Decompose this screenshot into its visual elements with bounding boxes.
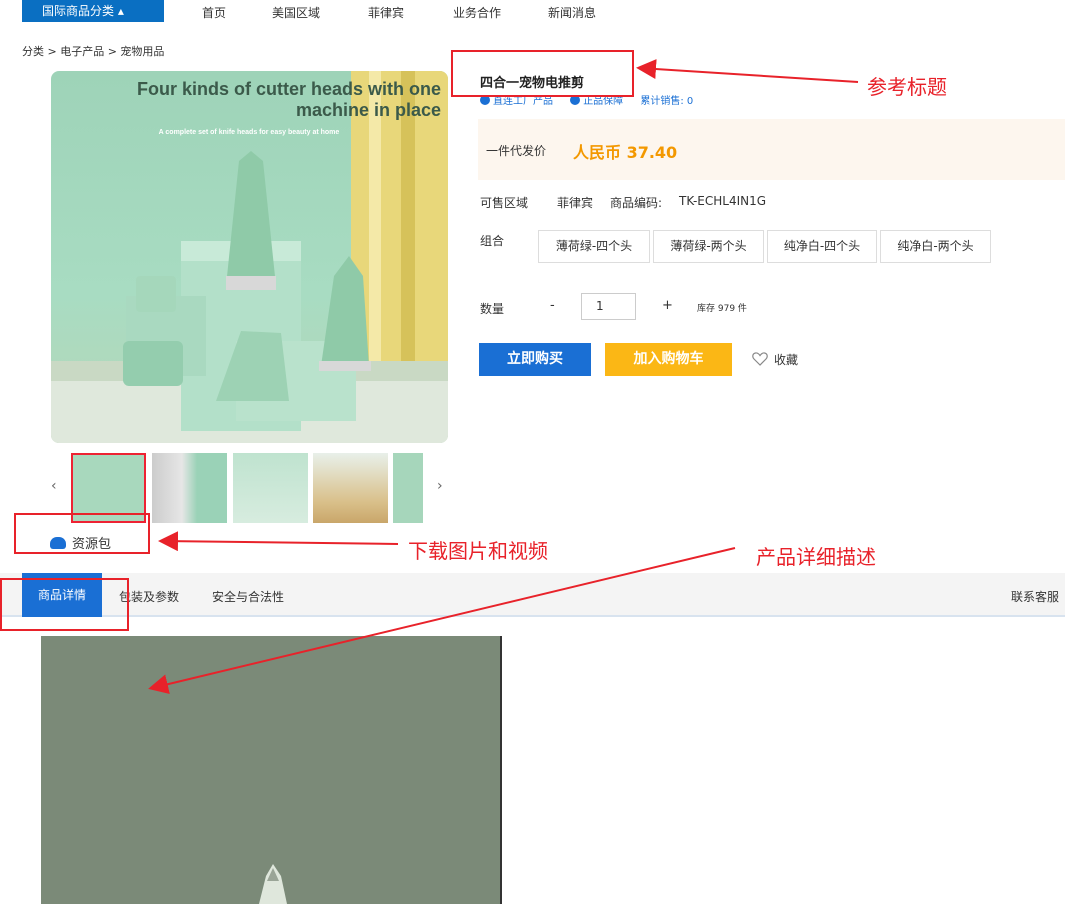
- contact-support-link[interactable]: 联系客服: [1011, 588, 1059, 605]
- annotation-ref-title: 参考标题: [867, 75, 947, 99]
- favorite-button[interactable]: 收藏: [752, 351, 798, 368]
- sales-count: 累计销售: 0: [640, 96, 694, 107]
- thumbnail-3[interactable]: [233, 453, 308, 523]
- combo-option-mint-2[interactable]: 薄荷绿-两个头: [653, 230, 764, 263]
- nav-home[interactable]: 首页: [202, 4, 226, 21]
- combo-option-mint-4[interactable]: 薄荷绿-四个头: [538, 230, 650, 263]
- heart-icon: [752, 352, 768, 366]
- annotation-box-title: [451, 50, 634, 97]
- sku-value: TK-ECHL4IN1G: [679, 194, 767, 208]
- thumbnail-4[interactable]: [313, 453, 388, 523]
- arrow-to-resource: [158, 531, 399, 552]
- region-value: 菲律宾: [557, 196, 594, 210]
- genuine-badge: 正品保障: [583, 96, 624, 107]
- breadcrumb[interactable]: 分类 > 电子产品 > 宠物用品: [22, 43, 164, 59]
- thumb-next-arrow[interactable]: ›: [437, 478, 443, 494]
- annotation-box-details-tab: [0, 578, 129, 631]
- region-label: 可售区域: [480, 196, 529, 210]
- sku-label: 商品编码:: [610, 196, 663, 210]
- quantity-increase-button[interactable]: +: [662, 298, 673, 313]
- quantity-decrease-button[interactable]: -: [550, 298, 555, 313]
- detail-product-illustration: [259, 864, 287, 904]
- add-to-cart-button[interactable]: 加入购物车: [605, 343, 732, 376]
- favorite-label: 收藏: [774, 353, 799, 367]
- stock-count: 库存 979 件: [697, 304, 747, 314]
- price-label: 一件代发价: [486, 144, 547, 158]
- annotation-detail-desc: 产品详细描述: [756, 545, 876, 569]
- price-value: 人民币 37.40: [573, 143, 678, 162]
- detail-tab-bar: 商品详情 包装及参数 安全与合法性 联系客服: [0, 573, 1065, 617]
- thumb-prev-arrow[interactable]: ‹: [51, 478, 57, 494]
- tab-safety[interactable]: 安全与合法性: [212, 588, 284, 605]
- main-image-heading: Four kinds of cutter heads with one mach…: [136, 79, 441, 120]
- main-product-image[interactable]: Four kinds of cutter heads with one mach…: [51, 71, 448, 443]
- factory-badge: 直连工厂产品: [493, 96, 553, 107]
- product-scene-illustration: [51, 71, 448, 443]
- annotation-download: 下载图片和视频: [408, 539, 548, 563]
- category-menu-button[interactable]: 国际商品分类 ▴: [22, 0, 164, 22]
- arrow-to-title: [636, 59, 859, 83]
- nav-news[interactable]: 新闻消息: [548, 4, 596, 21]
- quantity-label: 数量: [480, 302, 505, 316]
- nav-usa[interactable]: 美国区域: [272, 4, 320, 21]
- annotation-box-resource: [14, 513, 150, 554]
- quantity-input[interactable]: 1: [581, 293, 636, 320]
- combo-option-white-4[interactable]: 纯净白-四个头: [767, 230, 877, 263]
- price-box: 一件代发价 人民币 37.40: [478, 119, 1065, 180]
- thumbnail-2[interactable]: [152, 453, 227, 523]
- nav-philippines[interactable]: 菲律宾: [368, 4, 404, 21]
- nav-business[interactable]: 业务合作: [453, 4, 501, 21]
- combo-label: 组合: [480, 234, 505, 248]
- buy-now-button[interactable]: 立即购买: [479, 343, 591, 376]
- top-nav: 国际商品分类 ▴ 首页 美国区域 菲律宾 业务合作 新闻消息: [0, 0, 1065, 25]
- main-image-subheading: A complete set of knife heads for easy b…: [158, 129, 340, 136]
- detail-description-image: [41, 636, 502, 904]
- thumbnail-5[interactable]: [393, 453, 423, 523]
- combo-option-white-2[interactable]: 纯净白-两个头: [880, 230, 991, 263]
